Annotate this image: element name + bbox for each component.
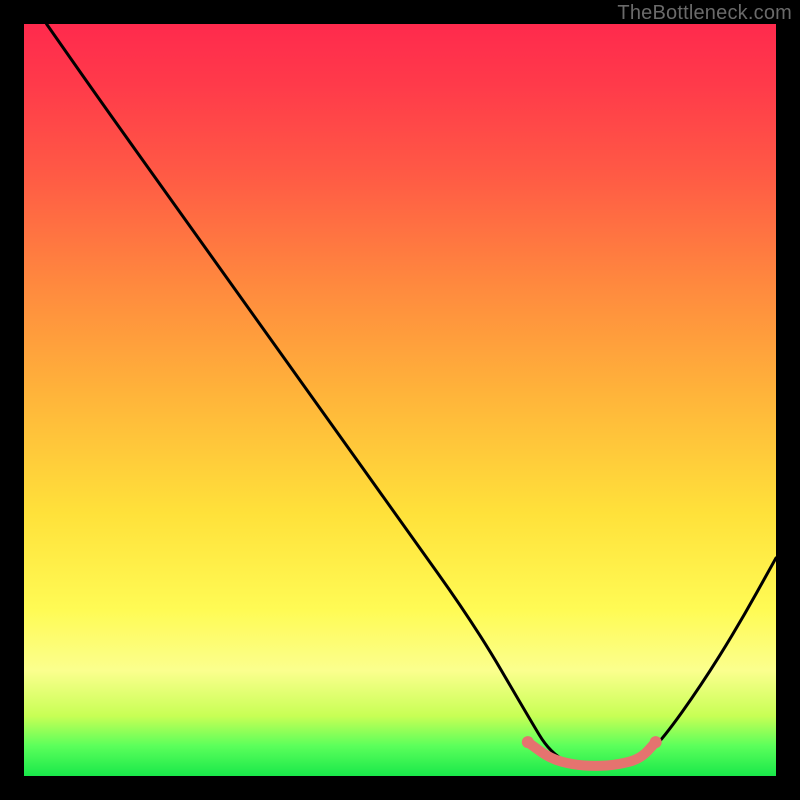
watermark-text: TheBottleneck.com	[617, 2, 792, 25]
chart-background-gradient	[24, 24, 776, 776]
chart-frame	[24, 24, 776, 776]
